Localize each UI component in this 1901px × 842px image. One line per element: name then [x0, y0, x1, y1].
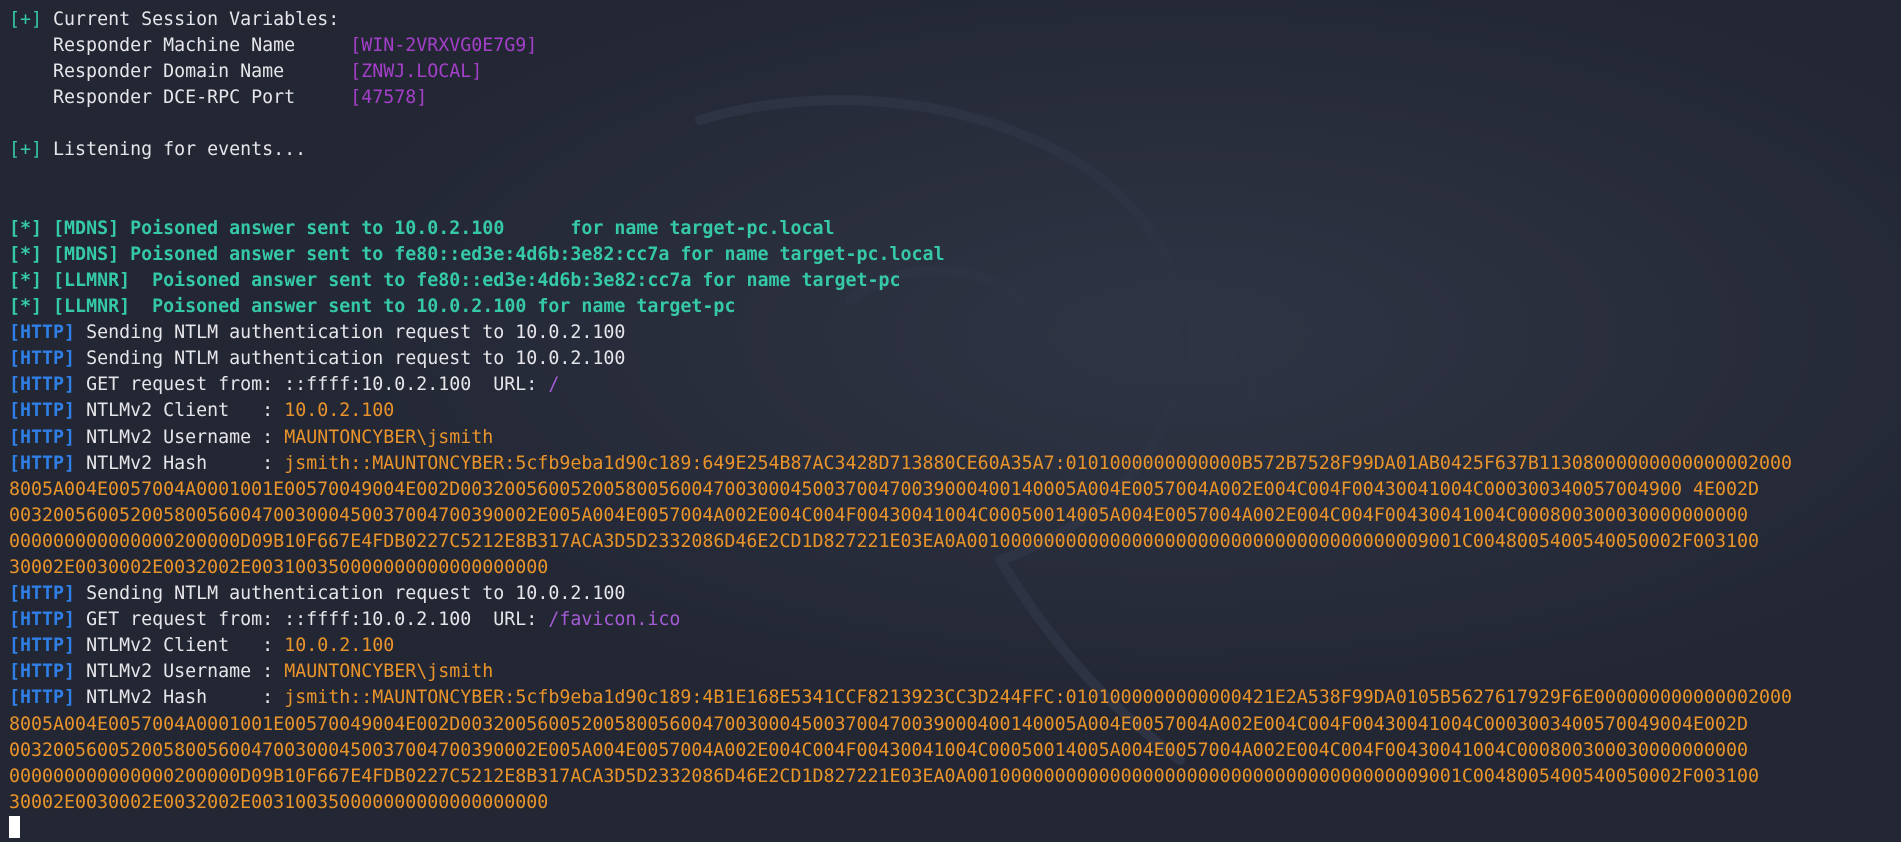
- http-tag: [HTTP]: [9, 322, 76, 344]
- session-var-domain-name: Responder Domain Name [ZNWJ.LOCAL]: [9, 59, 1894, 85]
- hash-value: jsmith::MAUNTONCYBER:5cfb9eba1d90c189:4B…: [284, 687, 1793, 709]
- request-url: /favicon.ico: [548, 609, 681, 631]
- request-url: /: [548, 374, 560, 396]
- status-tag: [*]: [9, 217, 43, 239]
- http-hash-line: [HTTP] NTLMv2 Hash : jsmith::MAUNTONCYBE…: [9, 451, 1894, 477]
- http-client-line: [HTTP] NTLMv2 Client : 10.0.2.100: [9, 633, 1894, 659]
- session-var-machine-name: Responder Machine Name [WIN-2VRXVG0E7G9]: [9, 33, 1894, 59]
- var-label: Responder DCE-RPC Port: [53, 87, 351, 109]
- poison-text: Poisoned answer sent to 10.0.2.100 for n…: [141, 296, 736, 318]
- session-header-line: [+] Current Session Variables:: [9, 7, 1894, 33]
- protocol-tag: [MDNS]: [53, 217, 120, 239]
- protocol-tag: [LLMNR]: [53, 269, 131, 291]
- http-tag: [HTTP]: [9, 635, 76, 657]
- protocol-tag: [MDNS]: [53, 243, 120, 265]
- hash-continuation: 8005A004E0057004A0001001E00570049004E002…: [9, 478, 1759, 500]
- var-value: [WIN-2VRXVG0E7G9]: [350, 35, 538, 57]
- session-header: Current Session Variables:: [53, 9, 340, 30]
- http-tag: [HTTP]: [9, 426, 76, 448]
- http-tag: [HTTP]: [9, 400, 76, 422]
- http-text: Sending NTLM authentication request to 1…: [86, 322, 626, 344]
- poison-text: Poisoned answer sent to 10.0.2.100 for n…: [130, 217, 835, 239]
- http-hash-line: [HTTP] NTLMv2 Hash : jsmith::MAUNTONCYBE…: [9, 685, 1894, 711]
- http-send-line: [HTTP] Sending NTLM authentication reque…: [9, 581, 1894, 607]
- hash-continuation: 000000000000000200000D09B10F667E4FDB0227…: [9, 530, 1759, 552]
- protocol-tag: [LLMNR]: [53, 296, 131, 318]
- poison-line: [*] [MDNS] Poisoned answer sent to fe80:…: [9, 242, 1894, 268]
- var-label: Responder Machine Name: [53, 35, 351, 57]
- session-var-rpc-port: Responder DCE-RPC Port [47578]: [9, 85, 1894, 111]
- http-text: GET request from: ::ffff:10.0.2.100 URL:: [86, 609, 549, 631]
- hash-continuation: 30002E0030002E0032002E003100350000000000…: [9, 791, 549, 813]
- status-tag: [*]: [9, 296, 43, 318]
- http-username-line: [HTTP] NTLMv2 Username : MAUNTONCYBER\js…: [9, 659, 1894, 685]
- poison-line: [*] [LLMNR] Poisoned answer sent to fe80…: [9, 268, 1894, 294]
- http-username-line: [HTTP] NTLMv2 Username : MAUNTONCYBER\js…: [9, 425, 1894, 451]
- http-text: Sending NTLM authentication request to 1…: [86, 583, 626, 605]
- var-value: [47578]: [350, 87, 428, 109]
- hash-continuation: 000000000000000200000D09B10F667E4FDB0227…: [9, 765, 1759, 787]
- http-send-line: [HTTP] Sending NTLM authentication reque…: [9, 320, 1894, 346]
- username-value: MAUNTONCYBER\jsmith: [284, 426, 494, 448]
- http-tag: [HTTP]: [9, 583, 76, 605]
- status-tag: [*]: [9, 269, 43, 291]
- http-tag: [HTTP]: [9, 374, 76, 396]
- hash-label: NTLMv2 Hash :: [86, 687, 285, 709]
- username-label: NTLMv2 Username :: [86, 426, 285, 448]
- http-text: Sending NTLM authentication request to 1…: [86, 348, 626, 370]
- poison-text: Poisoned answer sent to fe80::ed3e:4d6b:…: [141, 269, 901, 291]
- hash-continuation: 0032005600520058005600470030004500370047…: [9, 739, 1748, 761]
- http-tag: [HTTP]: [9, 452, 76, 474]
- hash-label: NTLMv2 Hash :: [86, 452, 285, 474]
- username-value: MAUNTONCYBER\jsmith: [284, 661, 494, 683]
- http-get-line: [HTTP] GET request from: ::ffff:10.0.2.1…: [9, 607, 1894, 633]
- hash-value: jsmith::MAUNTONCYBER:5cfb9eba1d90c189:64…: [284, 452, 1793, 474]
- client-value: 10.0.2.100: [284, 635, 395, 657]
- listening-text: Listening for events...: [53, 139, 307, 161]
- listening-line: [+] Listening for events...: [9, 137, 1894, 163]
- poison-line: [*] [MDNS] Poisoned answer sent to 10.0.…: [9, 216, 1894, 242]
- var-label: Responder Domain Name: [53, 61, 351, 83]
- terminal-cursor: [9, 815, 20, 838]
- http-get-line: [HTTP] GET request from: ::ffff:10.0.2.1…: [9, 372, 1894, 398]
- terminal-output: [+] Current Session Variables: Responder…: [9, 7, 1894, 842]
- http-client-line: [HTTP] NTLMv2 Client : 10.0.2.100: [9, 398, 1894, 424]
- hash-continuation: 0032005600520058005600470030004500370047…: [9, 504, 1748, 526]
- http-tag: [HTTP]: [9, 609, 76, 631]
- poison-line: [*] [LLMNR] Poisoned answer sent to 10.0…: [9, 294, 1894, 320]
- prompt-line[interactable]: [9, 815, 1894, 842]
- poison-text: Poisoned answer sent to fe80::ed3e:4d6b:…: [130, 243, 945, 265]
- http-tag: [HTTP]: [9, 661, 76, 683]
- status-tag: [+]: [9, 9, 43, 30]
- http-text: GET request from: ::ffff:10.0.2.100 URL:: [86, 374, 549, 396]
- hash-continuation: 30002E0030002E0032002E003100350000000000…: [9, 556, 549, 578]
- client-value: 10.0.2.100: [284, 400, 395, 422]
- http-tag: [HTTP]: [9, 687, 76, 709]
- client-label: NTLMv2 Client :: [86, 635, 285, 657]
- http-send-line: [HTTP] Sending NTLM authentication reque…: [9, 346, 1894, 372]
- status-tag: [+]: [9, 139, 43, 161]
- status-tag: [*]: [9, 243, 43, 265]
- client-label: NTLMv2 Client :: [86, 400, 285, 422]
- username-label: NTLMv2 Username :: [86, 661, 285, 683]
- var-value: [ZNWJ.LOCAL]: [350, 61, 483, 83]
- hash-continuation: 8005A004E0057004A0001001E00570049004E002…: [9, 713, 1748, 735]
- http-tag: [HTTP]: [9, 348, 76, 370]
